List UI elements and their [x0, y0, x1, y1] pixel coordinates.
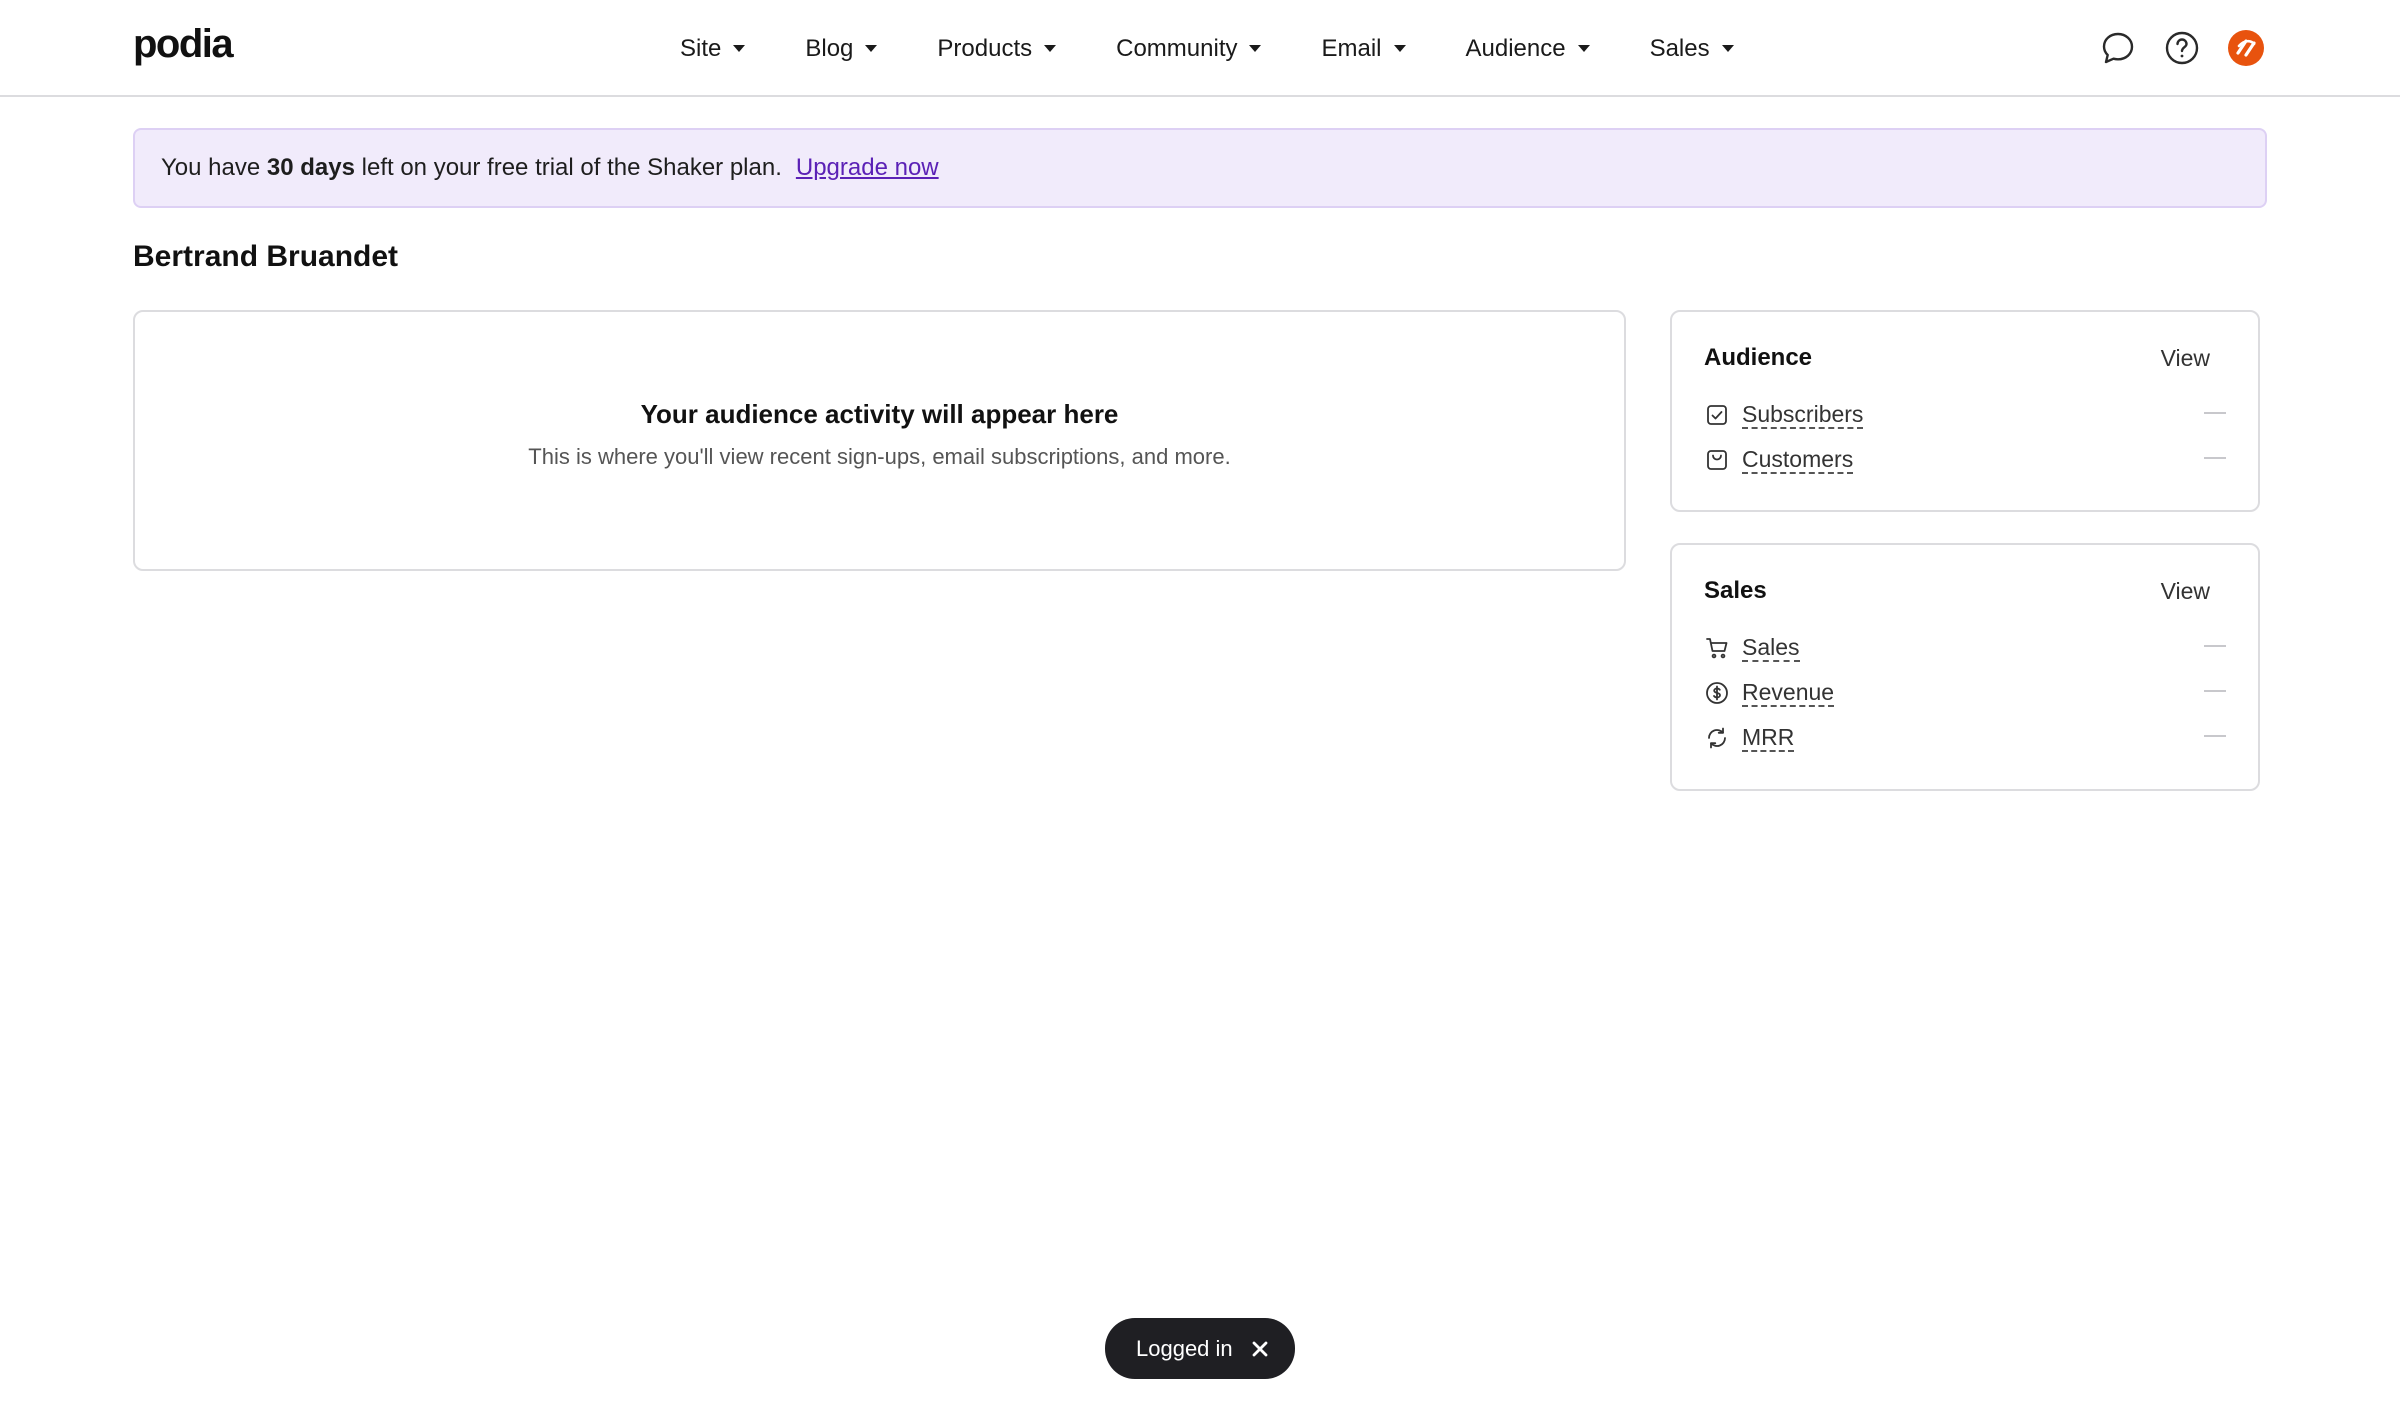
mrr-metric-label[interactable]: MRR [1742, 724, 1795, 752]
sales-view-link[interactable]: View [2161, 578, 2210, 605]
banner-prefix: You have [161, 154, 261, 181]
sales-summary-card: Sales View Sales Revenue MRR [1670, 543, 2260, 791]
cart-icon [1704, 635, 1730, 661]
nav-item-label: Products [937, 34, 1033, 62]
subscribers-metric-value [2204, 412, 2226, 414]
sales-metric-value [2204, 645, 2226, 647]
revenue-metric-value [2204, 690, 2226, 692]
card-header: Audience View [1704, 334, 2226, 382]
logged-in-toast: Logged in [1105, 1318, 1295, 1379]
customers-metric-label[interactable]: Customers [1742, 446, 1854, 474]
user-avatar-icon[interactable] [2226, 28, 2266, 68]
top-navigation-bar: podia Site Blog Products Community Email… [0, 0, 2400, 97]
customers-metric-value [2204, 457, 2226, 459]
nav-item-label: Blog [805, 34, 854, 62]
trial-banner: You have 30 days left on your free trial… [133, 128, 2267, 208]
refresh-icon [1704, 725, 1730, 751]
close-icon[interactable] [1249, 1338, 1271, 1360]
mrr-metric-value [2204, 735, 2226, 737]
nav-item-sales[interactable]: Sales [1650, 35, 1734, 63]
audience-activity-card: Your audience activity will appear here … [133, 310, 1626, 571]
nav-item-label: Site [680, 34, 722, 62]
nav-item-blog[interactable]: Blog [805, 34, 878, 63]
top-right-actions [2074, 28, 2266, 68]
podia-logo[interactable]: podia [133, 22, 234, 67]
nav-item-label: Email [1321, 34, 1382, 62]
activity-heading: Your audience activity will appear here [640, 399, 1119, 429]
audience-view-link[interactable]: View [2161, 345, 2210, 372]
metric-row-revenue: Revenue [1704, 670, 2226, 715]
revenue-metric-label[interactable]: Revenue [1742, 679, 1835, 707]
caret-down-icon [1577, 45, 1590, 52]
checkbox-icon [1704, 402, 1730, 428]
nav-item-audience[interactable]: Audience [1466, 35, 1590, 63]
nav-item-email[interactable]: Email [1321, 34, 1406, 63]
nav-item-label: Sales [1649, 34, 1710, 62]
caret-down-icon [733, 45, 746, 52]
caret-down-icon [1044, 45, 1057, 52]
dollar-circle-icon [1704, 680, 1730, 706]
audience-summary-card: Audience View Subscribers Customers [1670, 310, 2260, 512]
caret-down-icon [1721, 45, 1734, 52]
page-title: Bertrand Bruandet [133, 240, 399, 273]
card-title: Sales [1704, 577, 1767, 604]
nav-item-label: Audience [1465, 34, 1566, 62]
nav-item-products[interactable]: Products [937, 34, 1057, 63]
activity-subtext: This is where you'll view recent sign-up… [528, 444, 1231, 469]
metric-row-subscribers: Subscribers [1704, 392, 2226, 437]
metric-row-sales: Sales [1704, 625, 2226, 670]
banner-suffix: left on your free trial of the Shaker pl… [361, 154, 782, 181]
banner-days: 30 days [266, 154, 355, 181]
main-nav: Site Blog Products Community Email Audie… [680, 0, 1794, 97]
help-circle-icon[interactable] [2162, 28, 2202, 68]
sales-metric-label[interactable]: Sales [1742, 634, 1800, 662]
metric-row-customers: Customers [1704, 437, 2226, 482]
nav-item-site[interactable]: Site [680, 34, 746, 63]
nav-item-community[interactable]: Community [1116, 34, 1262, 63]
card-title: Audience [1704, 344, 1813, 371]
card-header: Sales View [1704, 567, 2226, 615]
nav-item-label: Community [1116, 34, 1238, 62]
chat-bubble-icon[interactable] [2098, 28, 2138, 68]
subscribers-metric-label[interactable]: Subscribers [1742, 401, 1864, 429]
caret-down-icon [1393, 45, 1406, 52]
bag-icon [1704, 447, 1730, 473]
caret-down-icon [865, 45, 878, 52]
toast-message: Logged in [1136, 1335, 1233, 1361]
caret-down-icon [1249, 45, 1262, 52]
upgrade-now-link[interactable]: Upgrade now [796, 154, 939, 182]
metric-row-mrr: MRR [1704, 715, 2226, 760]
